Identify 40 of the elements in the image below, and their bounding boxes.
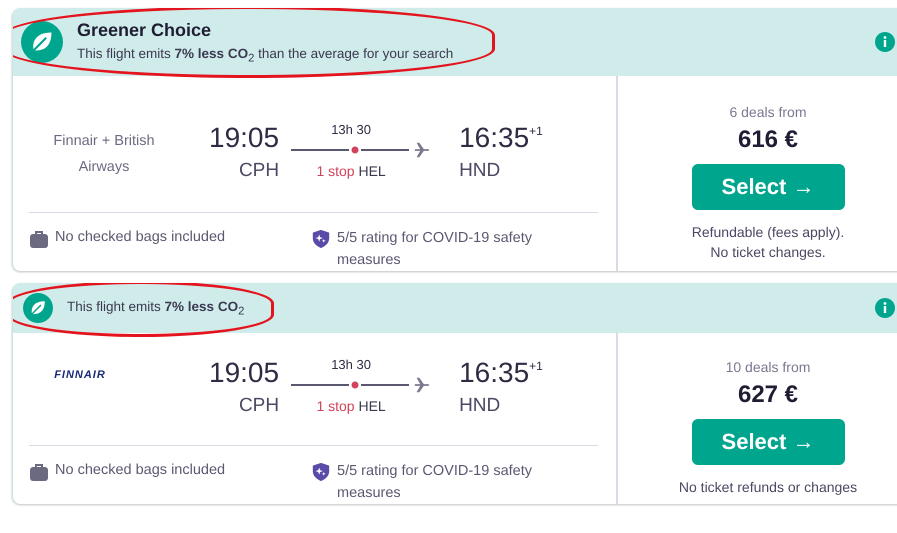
select-button[interactable]: Select → (692, 164, 844, 210)
arrival-airport: HND (459, 395, 502, 417)
stop-info: 1 stop HEL (316, 398, 386, 414)
price: 616 € (738, 126, 798, 154)
departure-time: 19:05 (209, 122, 280, 154)
emission-text: This flight emits 7% less CO$_{2}$ (67, 298, 244, 318)
fare-note: Refundable (fees apply). (692, 223, 844, 242)
airline-name: Finnair + British Airways (52, 132, 156, 177)
emission-text: This flight emits 7% less CO$_{2}$ than the average for your search (77, 46, 454, 64)
info-icon[interactable] (875, 32, 895, 52)
banner-title: Greener Choice (77, 20, 212, 41)
departure-airport: CPH (238, 160, 280, 182)
arrival-time: 16:35$^{+1}$ (459, 357, 543, 389)
shield-icon (311, 462, 331, 482)
arrival-time: 16:35$^{+1}$ (459, 122, 543, 154)
departure-time: 19:05 (209, 357, 280, 389)
fare-note: No ticket refunds or changes (678, 478, 858, 497)
arrival-airport: HND (459, 160, 502, 182)
safety-rating: 5/5 rating for COVID-19 safety measures (337, 229, 534, 270)
leaf-icon (23, 293, 53, 323)
shield-icon (311, 229, 331, 249)
departure-airport: CPH (238, 395, 280, 417)
bag-icon (29, 229, 49, 249)
duration: 13h 30 (331, 122, 371, 137)
fare-note: No ticket changes. (710, 243, 826, 262)
price: 627 € (738, 381, 798, 409)
select-button[interactable]: Select → (692, 419, 844, 465)
plane-icon (413, 376, 432, 394)
airline-logo: FINNAIR (54, 368, 106, 381)
duration: 13h 30 (331, 357, 371, 372)
baggage-info: No checked bags included (55, 229, 226, 245)
bag-icon (29, 462, 49, 482)
baggage-info: No checked bags included (55, 462, 226, 478)
leaf-icon (21, 21, 63, 63)
safety-rating: 5/5 rating for COVID-19 safety measures (337, 462, 534, 503)
deals-count: 10 deals from (726, 359, 810, 375)
deals-count: 6 deals from (729, 104, 807, 120)
stop-info: 1 stop HEL (316, 163, 386, 179)
info-icon[interactable] (875, 298, 895, 318)
plane-icon (413, 141, 432, 159)
